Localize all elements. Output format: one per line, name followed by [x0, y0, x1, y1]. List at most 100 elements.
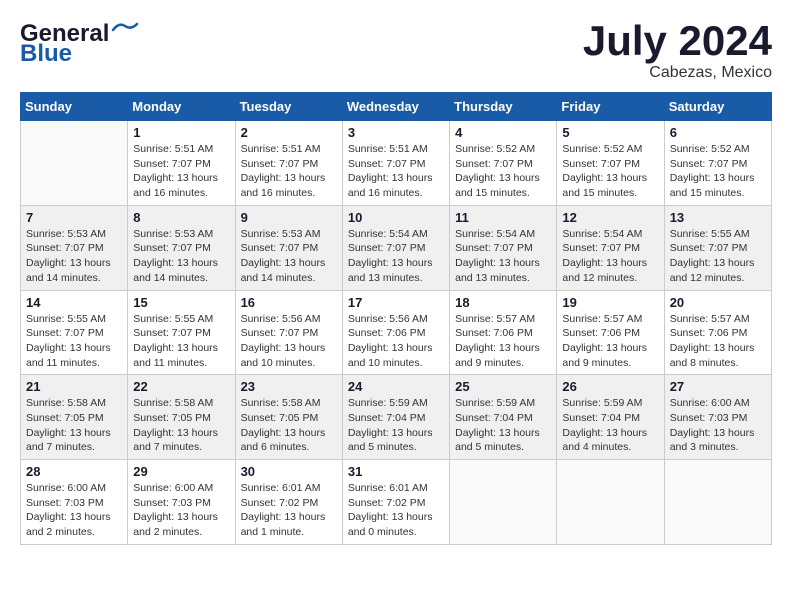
day-info: Sunrise: 5:58 AM Sunset: 7:05 PM Dayligh… — [133, 396, 229, 455]
day-number: 27 — [670, 379, 766, 394]
table-row — [21, 121, 128, 206]
day-number: 28 — [26, 464, 122, 479]
calendar-week-row: 21 Sunrise: 5:58 AM Sunset: 7:05 PM Dayli… — [21, 375, 772, 460]
table-row: 15Sunrise: 5:55 AM Sunset: 7:07 PM Dayli… — [128, 290, 235, 375]
day-number: 20 — [670, 295, 766, 310]
title-block: July 2024 Cabezas, Mexico — [583, 20, 772, 82]
table-row: 29 Sunrise: 6:00 AM Sunset: 7:03 PM Dayli… — [128, 460, 235, 545]
day-info: Sunrise: 6:01 AM Sunset: 7:02 PM Dayligh… — [241, 481, 337, 540]
day-info: Sunrise: 5:58 AM Sunset: 7:05 PM Dayligh… — [241, 396, 337, 455]
calendar-header-row: Sunday Monday Tuesday Wednesday Thursday… — [21, 93, 772, 121]
day-info: Sunrise: 5:54 AM Sunset: 7:07 PM Dayligh… — [562, 227, 658, 286]
table-row: 21 Sunrise: 5:58 AM Sunset: 7:05 PM Dayli… — [21, 375, 128, 460]
table-row: 14 Sunrise: 5:55 AM Sunset: 7:07 PM Dayli… — [21, 290, 128, 375]
day-info: Sunrise: 5:52 AM Sunset: 7:07 PM Dayligh… — [455, 142, 551, 201]
day-number: 26 — [562, 379, 658, 394]
day-number: 5 — [562, 125, 658, 140]
day-number: 3 — [348, 125, 444, 140]
table-row: 1 Sunrise: 5:51 AM Sunset: 7:07 PM Daylig… — [128, 121, 235, 206]
day-info: Sunrise: 5:57 AM Sunset: 7:06 PM Dayligh… — [670, 312, 766, 371]
table-row: 9 Sunrise: 5:53 AM Sunset: 7:07 PM Daylig… — [235, 205, 342, 290]
table-row: 11Sunrise: 5:54 AM Sunset: 7:07 PM Dayli… — [450, 205, 557, 290]
calendar-week-row: 7 Sunrise: 5:53 AM Sunset: 7:07 PM Daylig… — [21, 205, 772, 290]
day-number: 30 — [241, 464, 337, 479]
day-info: Sunrise: 5:53 AM Sunset: 7:07 PM Dayligh… — [133, 227, 229, 286]
col-monday: Monday — [128, 93, 235, 121]
day-info: Sunrise: 5:59 AM Sunset: 7:04 PM Dayligh… — [562, 396, 658, 455]
day-number: 4 — [455, 125, 551, 140]
table-row — [557, 460, 664, 545]
table-row: 18 Sunrise: 5:57 AM Sunset: 7:06 PM Dayli… — [450, 290, 557, 375]
day-info: Sunrise: 5:52 AM Sunset: 7:07 PM Dayligh… — [670, 142, 766, 201]
table-row: 25 Sunrise: 5:59 AM Sunset: 7:04 PM Dayli… — [450, 375, 557, 460]
day-number: 23 — [241, 379, 337, 394]
day-number: 16 — [241, 295, 337, 310]
day-number: 21 — [26, 379, 122, 394]
day-info: Sunrise: 6:00 AM Sunset: 7:03 PM Dayligh… — [670, 396, 766, 455]
day-number: 6 — [670, 125, 766, 140]
table-row — [664, 460, 771, 545]
day-number: 15 — [133, 295, 229, 310]
table-row: 19 Sunrise: 5:57 AM Sunset: 7:06 PM Dayli… — [557, 290, 664, 375]
table-row: 23 Sunrise: 5:58 AM Sunset: 7:05 PM Dayli… — [235, 375, 342, 460]
day-number: 19 — [562, 295, 658, 310]
day-info: Sunrise: 5:51 AM Sunset: 7:07 PM Dayligh… — [241, 142, 337, 201]
day-number: 31 — [348, 464, 444, 479]
day-info: Sunrise: 6:01 AM Sunset: 7:02 PM Dayligh… — [348, 481, 444, 540]
logo-bird-icon — [111, 20, 139, 40]
day-info: Sunrise: 5:59 AM Sunset: 7:04 PM Dayligh… — [348, 396, 444, 455]
day-info: Sunrise: 5:59 AM Sunset: 7:04 PM Dayligh… — [455, 396, 551, 455]
table-row: 27 Sunrise: 6:00 AM Sunset: 7:03 PM Dayli… — [664, 375, 771, 460]
table-row: 12Sunrise: 5:54 AM Sunset: 7:07 PM Dayli… — [557, 205, 664, 290]
calendar-table: Sunday Monday Tuesday Wednesday Thursday… — [20, 92, 772, 545]
table-row: 2 Sunrise: 5:51 AM Sunset: 7:07 PM Daylig… — [235, 121, 342, 206]
day-info: Sunrise: 6:00 AM Sunset: 7:03 PM Dayligh… — [133, 481, 229, 540]
day-number: 18 — [455, 295, 551, 310]
day-info: Sunrise: 5:51 AM Sunset: 7:07 PM Dayligh… — [133, 142, 229, 201]
day-number: 1 — [133, 125, 229, 140]
table-row: 28Sunrise: 6:00 AM Sunset: 7:03 PM Dayli… — [21, 460, 128, 545]
table-row: 6 Sunrise: 5:52 AM Sunset: 7:07 PM Daylig… — [664, 121, 771, 206]
table-row: 22 Sunrise: 5:58 AM Sunset: 7:05 PM Dayli… — [128, 375, 235, 460]
day-number: 17 — [348, 295, 444, 310]
table-row: 10 Sunrise: 5:54 AM Sunset: 7:07 PM Dayli… — [342, 205, 449, 290]
table-row: 31 Sunrise: 6:01 AM Sunset: 7:02 PM Dayli… — [342, 460, 449, 545]
day-number: 8 — [133, 210, 229, 225]
calendar-week-row: 14 Sunrise: 5:55 AM Sunset: 7:07 PM Dayli… — [21, 290, 772, 375]
col-saturday: Saturday — [664, 93, 771, 121]
day-info: Sunrise: 5:53 AM Sunset: 7:07 PM Dayligh… — [241, 227, 337, 286]
day-number: 9 — [241, 210, 337, 225]
day-info: Sunrise: 5:55 AM Sunset: 7:07 PM Dayligh… — [26, 312, 122, 371]
day-number: 14 — [26, 295, 122, 310]
day-info: Sunrise: 5:53 AM Sunset: 7:07 PM Dayligh… — [26, 227, 122, 286]
day-number: 7 — [26, 210, 122, 225]
day-info: Sunrise: 5:54 AM Sunset: 7:07 PM Dayligh… — [455, 227, 551, 286]
day-number: 22 — [133, 379, 229, 394]
day-info: Sunrise: 5:56 AM Sunset: 7:06 PM Dayligh… — [348, 312, 444, 371]
table-row: 24 Sunrise: 5:59 AM Sunset: 7:04 PM Dayli… — [342, 375, 449, 460]
day-info: Sunrise: 5:54 AM Sunset: 7:07 PM Dayligh… — [348, 227, 444, 286]
day-info: Sunrise: 5:57 AM Sunset: 7:06 PM Dayligh… — [562, 312, 658, 371]
logo-blue: Blue — [20, 40, 139, 68]
day-number: 13 — [670, 210, 766, 225]
day-number: 2 — [241, 125, 337, 140]
day-number: 25 — [455, 379, 551, 394]
table-row: 5Sunrise: 5:52 AM Sunset: 7:07 PM Daylig… — [557, 121, 664, 206]
page-header: General Blue July 2024 Cabezas, Mexico — [20, 20, 772, 82]
table-row: 26 Sunrise: 5:59 AM Sunset: 7:04 PM Dayli… — [557, 375, 664, 460]
table-row: 4 Sunrise: 5:52 AM Sunset: 7:07 PM Daylig… — [450, 121, 557, 206]
calendar-title: July 2024 — [583, 20, 772, 62]
day-info: Sunrise: 5:57 AM Sunset: 7:06 PM Dayligh… — [455, 312, 551, 371]
day-number: 10 — [348, 210, 444, 225]
day-info: Sunrise: 5:58 AM Sunset: 7:05 PM Dayligh… — [26, 396, 122, 455]
col-thursday: Thursday — [450, 93, 557, 121]
calendar-week-row: 1 Sunrise: 5:51 AM Sunset: 7:07 PM Daylig… — [21, 121, 772, 206]
day-number: 29 — [133, 464, 229, 479]
day-info: Sunrise: 5:51 AM Sunset: 7:07 PM Dayligh… — [348, 142, 444, 201]
day-info: Sunrise: 5:56 AM Sunset: 7:07 PM Dayligh… — [241, 312, 337, 371]
col-friday: Friday — [557, 93, 664, 121]
table-row: 16 Sunrise: 5:56 AM Sunset: 7:07 PM Dayli… — [235, 290, 342, 375]
day-info: Sunrise: 5:55 AM Sunset: 7:07 PM Dayligh… — [670, 227, 766, 286]
day-number: 24 — [348, 379, 444, 394]
table-row: 3 Sunrise: 5:51 AM Sunset: 7:07 PM Daylig… — [342, 121, 449, 206]
